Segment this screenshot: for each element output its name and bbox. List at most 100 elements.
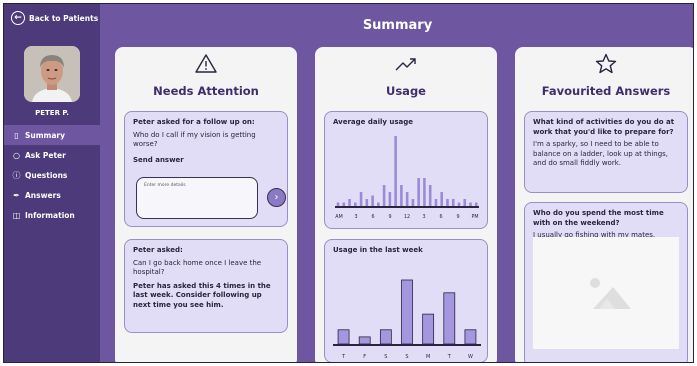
x-tick-label: S: [405, 354, 408, 360]
asked-card: Peter asked: Can I go back home once I l…: [124, 239, 288, 333]
favourite-answer-1: I'm a sparky, so I need to be able to ba…: [533, 140, 669, 167]
usage-title: Usage: [386, 84, 426, 98]
sidebar-item-summary[interactable]: ▯ Summary: [4, 125, 100, 145]
daily-usage-bar: [354, 202, 357, 206]
x-tick-label: W: [468, 354, 473, 360]
weekly-usage-bar: [358, 336, 371, 345]
asked-heading: Peter asked:: [133, 246, 183, 254]
sidebar-item-questions[interactable]: ⓘ Questions: [4, 165, 100, 185]
weekly-usage-bar: [379, 329, 392, 345]
usage-panel: Usage Average daily usage AM 3 6 9 12 3 6 9 PM U…: [315, 47, 497, 362]
sidebar-item-label: Questions: [25, 170, 68, 180]
app-window: ← Back to Patients PETER P. ▯ Summary ○ …: [3, 3, 694, 363]
daily-usage-bar: [394, 136, 397, 206]
daily-usage-card: Average daily usage AM 3 6 9 12 3 6 9 PM: [324, 111, 488, 229]
daily-usage-bar: [423, 178, 426, 206]
daily-usage-bar: [382, 185, 386, 206]
x-tick-label: M: [426, 354, 430, 360]
warning-icon: [115, 52, 297, 80]
page-title: Summary: [362, 18, 433, 33]
back-to-patients-button[interactable]: ← Back to Patients: [11, 11, 98, 25]
sidebar: ← Back to Patients PETER P. ▯ Summary ○ …: [4, 4, 100, 362]
avatar: [24, 46, 80, 102]
follow-up-heading: Peter asked for a follow up on:: [133, 118, 255, 126]
daily-usage-bar: [405, 192, 409, 206]
question-icon: ⓘ: [12, 170, 21, 180]
x-tick-label: 12: [404, 214, 410, 220]
weekly-usage-bar: [422, 313, 435, 345]
sidebar-item-label: Summary: [25, 130, 66, 140]
sidebar-item-information[interactable]: ◫ Information: [4, 205, 100, 225]
answer-input[interactable]: Enter more details: [136, 177, 258, 219]
sidebar-item-label: Ask Peter: [25, 150, 66, 160]
x-tick-label: S: [384, 354, 387, 360]
weekly-usage-bar: [443, 292, 456, 345]
pen-icon: ✒: [13, 190, 20, 200]
favourites-title: Favourited Answers: [541, 84, 671, 98]
weekly-usage-bar: [337, 329, 350, 345]
weekly-usage-card: Usage in the last week TFSSMTW: [324, 239, 488, 362]
x-tick-label: 3: [422, 214, 425, 220]
send-answer-label: Send answer: [133, 155, 184, 164]
daily-usage-bar: [434, 199, 438, 206]
daily-usage-bar: [469, 202, 472, 206]
follow-up-question: Who do I call if my vision is getting wo…: [133, 130, 256, 149]
x-tick-label: 6: [371, 214, 374, 220]
chevron-right-icon: ›: [274, 192, 279, 203]
x-tick-label: 6: [439, 214, 442, 220]
daily-usage-bar: [451, 199, 455, 206]
favourites-panel: Favourited Answers What kind of activiti…: [515, 47, 693, 362]
daily-usage-bar: [411, 199, 415, 206]
x-tick-label: T: [341, 354, 346, 360]
sidebar-item-answers[interactable]: ✒ Answers: [4, 185, 100, 205]
daily-usage-chart: AM 3 6 9 12 3 6 9 PM: [335, 136, 479, 220]
back-label: Back to Patients: [29, 13, 99, 23]
image-placeholder: [533, 237, 679, 349]
x-tick-label: 9: [388, 214, 391, 220]
answer-placeholder: Enter more details: [144, 183, 186, 188]
daily-usage-bar: [446, 199, 449, 206]
chat-icon: ○: [13, 150, 20, 160]
image-icon: [590, 278, 631, 309]
favourite-question-1: What kind of activities do you do at wor…: [533, 118, 675, 136]
daily-usage-bar: [417, 178, 420, 206]
weekly-usage-chart: TFSSMTW: [333, 279, 481, 360]
bookmark-icon: ▯: [14, 130, 19, 140]
star-icon: [515, 52, 693, 80]
patient-name: PETER P.: [35, 109, 69, 117]
x-tick-label: PM: [471, 214, 478, 220]
daily-usage-bar: [400, 185, 403, 206]
daily-usage-bar: [359, 192, 363, 206]
book-icon: ◫: [12, 210, 21, 220]
arrow-left-icon: ←: [11, 11, 25, 25]
x-tick-label: 9: [456, 214, 459, 220]
daily-usage-bar: [336, 202, 340, 206]
x-tick-label: T: [447, 354, 452, 360]
needs-attention-title: Needs Attention: [153, 84, 259, 98]
daily-usage-bar: [463, 199, 467, 206]
daily-usage-bar: [365, 199, 369, 206]
daily-usage-bar: [457, 202, 461, 206]
asked-note: Peter has asked this 4 times in the last…: [133, 281, 271, 309]
daily-usage-bar: [440, 192, 443, 206]
asked-question: Can I go back home once I leave the hosp…: [133, 258, 262, 277]
daily-usage-bar: [348, 199, 351, 206]
sidebar-item-ask-peter[interactable]: ○ Ask Peter: [4, 145, 100, 165]
weekly-usage-bar: [401, 279, 413, 345]
x-tick-label: F: [363, 354, 366, 360]
x-tick-label: AM: [335, 214, 342, 220]
sidebar-item-label: Answers: [25, 190, 61, 200]
follow-up-card: Peter asked for a follow up on: Who do I…: [124, 111, 288, 227]
daily-usage-bar: [342, 202, 346, 206]
favourite-question-2: Who do you spend the most time with on t…: [533, 209, 664, 227]
sidebar-item-label: Information: [25, 210, 75, 220]
weekly-usage-bar: [464, 329, 477, 345]
x-tick-label: 3: [354, 214, 357, 220]
favourite-card-1[interactable]: What kind of activities do you do at wor…: [524, 111, 688, 193]
daily-usage-bar: [428, 185, 432, 206]
sidebar-nav: ▯ Summary ○ Ask Peter ⓘ Questions ✒ Answ…: [4, 125, 100, 225]
send-answer-button[interactable]: ›: [267, 188, 286, 207]
trending-up-icon: [315, 52, 497, 80]
daily-usage-bar: [371, 195, 374, 206]
daily-usage-bar: [388, 192, 392, 206]
